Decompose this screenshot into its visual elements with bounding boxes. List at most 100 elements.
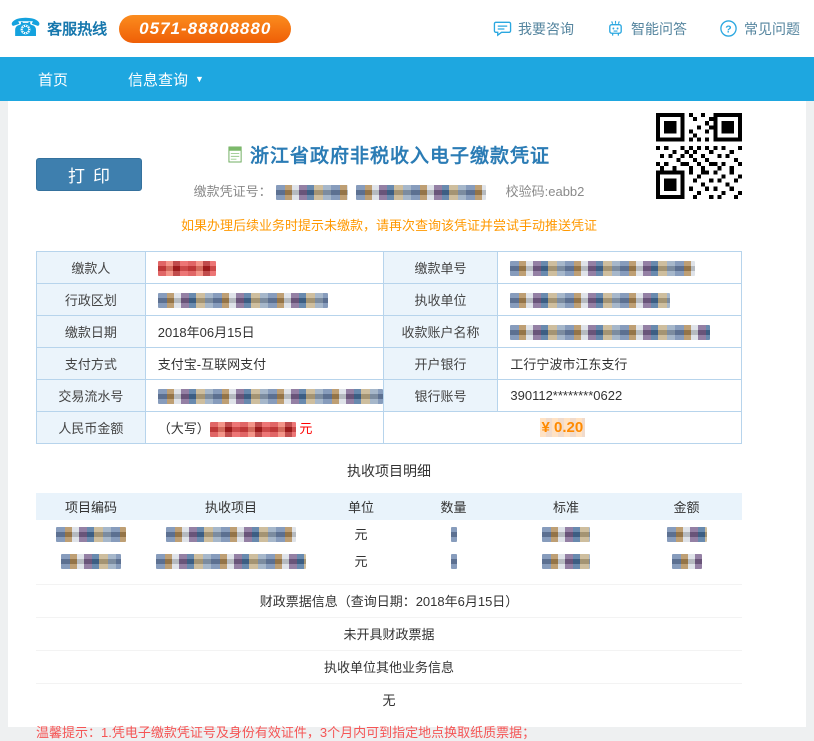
redacted bbox=[166, 527, 296, 542]
redacted bbox=[56, 527, 126, 542]
info-label: 缴款日期 bbox=[37, 316, 146, 348]
detail-header: 单位 bbox=[316, 493, 406, 520]
chevron-down-icon: ▼ bbox=[195, 74, 204, 84]
detail-cell: 元 bbox=[316, 520, 406, 547]
redacted bbox=[510, 261, 695, 276]
detail-header: 数量 bbox=[406, 493, 501, 520]
nav-item-home[interactable]: 首页 bbox=[38, 69, 68, 90]
detail-cell bbox=[406, 520, 501, 547]
info-label: 开户银行 bbox=[383, 348, 498, 380]
redacted bbox=[156, 554, 306, 569]
qr-code bbox=[656, 113, 742, 199]
info-value bbox=[145, 380, 383, 412]
info-label: 支付方式 bbox=[37, 348, 146, 380]
table-row: 元 bbox=[36, 547, 742, 574]
voucher-number-label: 缴款凭证号： bbox=[194, 184, 272, 199]
redacted bbox=[210, 422, 296, 437]
redacted bbox=[158, 261, 216, 276]
redacted bbox=[451, 527, 457, 542]
info-value: 2018年06月15日 bbox=[145, 316, 383, 348]
redacted bbox=[451, 554, 457, 569]
table-row: 缴款日期 2018年06月15日 收款账户名称 bbox=[37, 316, 742, 348]
info-label: 银行账号 bbox=[383, 380, 498, 412]
nav-bar: 首页 信息查询 ▼ bbox=[0, 57, 814, 101]
faq-link-label: 常见问题 bbox=[744, 19, 800, 39]
consult-link[interactable]: 我要咨询 bbox=[493, 19, 574, 39]
checksum: 校验码:eabb2 bbox=[506, 184, 585, 199]
detail-cell bbox=[631, 547, 742, 574]
detail-section-title: 执收项目明细 bbox=[36, 461, 742, 481]
table-header-row: 项目编码 执收项目 单位 数量 标准 金额 bbox=[36, 493, 742, 520]
nav-item-info-query-label: 信息查询 bbox=[128, 69, 188, 90]
detail-header: 金额 bbox=[631, 493, 742, 520]
smart-qa-link[interactable]: 智能问答 bbox=[606, 19, 687, 39]
redacted bbox=[158, 293, 328, 308]
top-bar: ☎ 客服热线 0571-88808880 我要咨询 智能问答 bbox=[0, 0, 814, 57]
redacted bbox=[510, 293, 670, 308]
amount-value: ¥ 0.20 bbox=[540, 418, 586, 437]
amount-words-suffix: 元 bbox=[299, 421, 312, 436]
detail-cell bbox=[501, 520, 631, 547]
smart-qa-link-label: 智能问答 bbox=[631, 19, 687, 39]
print-button[interactable]: 打印 bbox=[36, 158, 142, 191]
info-value bbox=[498, 252, 742, 284]
voucher-panel: 打印 bbox=[8, 101, 806, 727]
nav-item-home-label: 首页 bbox=[38, 69, 68, 90]
detail-cell bbox=[146, 547, 316, 574]
table-row: 缴款人 缴款单号 bbox=[37, 252, 742, 284]
info-value: 工行宁波市江东支行 bbox=[498, 348, 742, 380]
fiscal-ticket-status: 未开具财政票据 bbox=[36, 617, 742, 650]
detail-cell bbox=[36, 520, 146, 547]
hotline-number-badge: 0571-88808880 bbox=[119, 15, 291, 43]
detail-cell bbox=[501, 547, 631, 574]
content-area: 打印 bbox=[0, 101, 814, 736]
amount-words-prefix: （大写） bbox=[158, 421, 210, 436]
detail-cell: 元 bbox=[316, 547, 406, 574]
warm-tip: 温馨提示：1.凭电子缴款凭证号及身份有效证件，3个月内可到指定地点换取纸质票据； bbox=[36, 722, 742, 741]
table-row: 交易流水号 银行账号 390112********0622 bbox=[37, 380, 742, 412]
redacted-voucher-number bbox=[356, 185, 486, 200]
redacted bbox=[672, 554, 702, 569]
svg-text:?: ? bbox=[725, 24, 731, 35]
page-title-text: 浙江省政府非税收入电子缴款凭证 bbox=[250, 141, 550, 168]
question-icon: ? bbox=[719, 19, 738, 38]
table-row: 元 bbox=[36, 520, 742, 547]
phone-icon: ☎ bbox=[10, 16, 41, 41]
info-label: 缴款人 bbox=[37, 252, 146, 284]
notice-text: 如果办理后续业务时提示未缴款，请再次查询该凭证并尝试手动推送凭证 bbox=[36, 215, 742, 234]
detail-header: 项目编码 bbox=[36, 493, 146, 520]
detail-cell bbox=[631, 520, 742, 547]
detail-header: 标准 bbox=[501, 493, 631, 520]
redacted bbox=[510, 325, 710, 340]
redacted bbox=[542, 527, 590, 542]
detail-table: 项目编码 执收项目 单位 数量 标准 金额 元 bbox=[36, 493, 742, 574]
info-value: 支付宝-互联网支付 bbox=[145, 348, 383, 380]
table-row: 行政区划 执收单位 bbox=[37, 284, 742, 316]
info-value: （大写） 元 bbox=[145, 412, 383, 444]
nav-item-info-query[interactable]: 信息查询 ▼ bbox=[128, 69, 204, 90]
other-business-title: 执收单位其他业务信息 bbox=[36, 650, 742, 683]
info-value: ¥ 0.20 bbox=[383, 412, 741, 444]
info-value bbox=[498, 284, 742, 316]
document-icon bbox=[228, 146, 243, 163]
info-value bbox=[498, 316, 742, 348]
detail-header: 执收项目 bbox=[146, 493, 316, 520]
info-label: 人民币金额 bbox=[37, 412, 146, 444]
consult-link-label: 我要咨询 bbox=[518, 19, 574, 39]
other-business-value: 无 bbox=[36, 683, 742, 716]
redacted bbox=[542, 554, 590, 569]
robot-icon bbox=[606, 19, 625, 38]
faq-link[interactable]: ? 常见问题 bbox=[719, 19, 800, 39]
redacted bbox=[61, 554, 121, 569]
detail-cell bbox=[36, 547, 146, 574]
table-row: 人民币金额 （大写） 元 ¥ 0.20 bbox=[37, 412, 742, 444]
table-row: 支付方式 支付宝-互联网支付 开户银行 工行宁波市江东支行 bbox=[37, 348, 742, 380]
detail-cell bbox=[146, 520, 316, 547]
info-label: 交易流水号 bbox=[37, 380, 146, 412]
redacted bbox=[158, 389, 383, 404]
info-value bbox=[145, 252, 383, 284]
top-links: 我要咨询 智能问答 ? 常见问题 bbox=[461, 19, 800, 39]
info-label: 收款账户名称 bbox=[383, 316, 498, 348]
redacted-voucher-number bbox=[276, 185, 348, 200]
chat-icon bbox=[493, 19, 512, 38]
